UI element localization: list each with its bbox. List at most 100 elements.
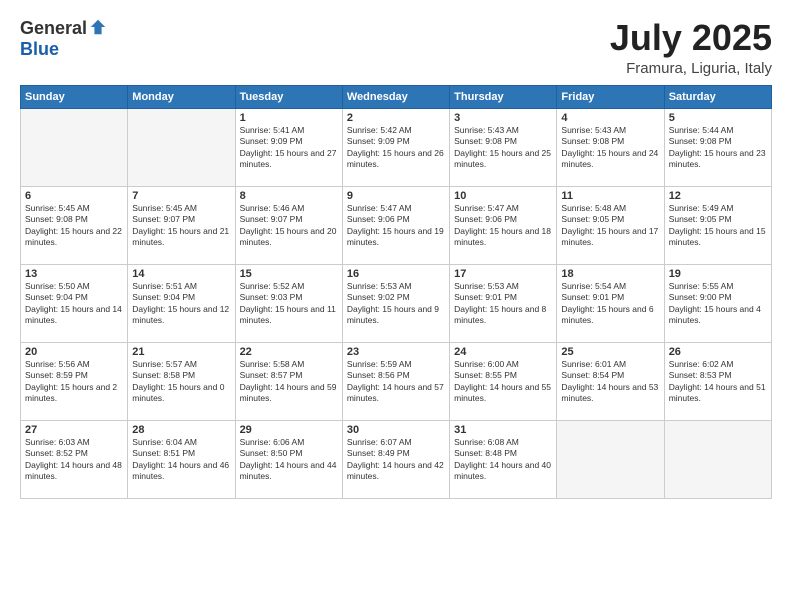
day-info: Sunrise: 5:54 AM Sunset: 9:01 PM Dayligh… — [561, 281, 659, 327]
day-info: Sunrise: 5:53 AM Sunset: 9:01 PM Dayligh… — [454, 281, 552, 327]
col-monday: Monday — [128, 85, 235, 108]
day-number: 18 — [561, 268, 659, 280]
day-number: 1 — [240, 112, 338, 124]
day-info: Sunrise: 5:53 AM Sunset: 9:02 PM Dayligh… — [347, 281, 445, 327]
day-number: 27 — [25, 424, 123, 436]
day-number: 6 — [25, 190, 123, 202]
day-number: 8 — [240, 190, 338, 202]
day-number: 28 — [132, 424, 230, 436]
day-info: Sunrise: 5:50 AM Sunset: 9:04 PM Dayligh… — [25, 281, 123, 327]
day-info: Sunrise: 5:57 AM Sunset: 8:58 PM Dayligh… — [132, 359, 230, 405]
day-number: 15 — [240, 268, 338, 280]
title-block: July 2025 Framura, Liguria, Italy — [610, 18, 772, 77]
col-wednesday: Wednesday — [342, 85, 449, 108]
calendar-cell: 21Sunrise: 5:57 AM Sunset: 8:58 PM Dayli… — [128, 342, 235, 420]
calendar-cell: 10Sunrise: 5:47 AM Sunset: 9:06 PM Dayli… — [450, 186, 557, 264]
day-number: 4 — [561, 112, 659, 124]
col-friday: Friday — [557, 85, 664, 108]
day-info: Sunrise: 5:56 AM Sunset: 8:59 PM Dayligh… — [25, 359, 123, 405]
calendar-cell — [21, 108, 128, 186]
day-info: Sunrise: 5:45 AM Sunset: 9:07 PM Dayligh… — [132, 203, 230, 249]
day-number: 11 — [561, 190, 659, 202]
day-number: 7 — [132, 190, 230, 202]
week-row-2: 13Sunrise: 5:50 AM Sunset: 9:04 PM Dayli… — [21, 264, 772, 342]
calendar-cell: 24Sunrise: 6:00 AM Sunset: 8:55 PM Dayli… — [450, 342, 557, 420]
calendar-cell: 27Sunrise: 6:03 AM Sunset: 8:52 PM Dayli… — [21, 420, 128, 498]
day-info: Sunrise: 5:41 AM Sunset: 9:09 PM Dayligh… — [240, 125, 338, 171]
logo-blue-text: Blue — [20, 39, 59, 60]
day-info: Sunrise: 5:43 AM Sunset: 9:08 PM Dayligh… — [454, 125, 552, 171]
calendar-cell: 25Sunrise: 6:01 AM Sunset: 8:54 PM Dayli… — [557, 342, 664, 420]
day-info: Sunrise: 5:46 AM Sunset: 9:07 PM Dayligh… — [240, 203, 338, 249]
header: General Blue July 2025 Framura, Liguria,… — [20, 18, 772, 77]
calendar: Sunday Monday Tuesday Wednesday Thursday… — [20, 85, 772, 499]
col-sunday: Sunday — [21, 85, 128, 108]
day-number: 25 — [561, 346, 659, 358]
calendar-cell: 22Sunrise: 5:58 AM Sunset: 8:57 PM Dayli… — [235, 342, 342, 420]
day-info: Sunrise: 5:49 AM Sunset: 9:05 PM Dayligh… — [669, 203, 767, 249]
calendar-cell: 17Sunrise: 5:53 AM Sunset: 9:01 PM Dayli… — [450, 264, 557, 342]
day-number: 17 — [454, 268, 552, 280]
calendar-cell: 4Sunrise: 5:43 AM Sunset: 9:08 PM Daylig… — [557, 108, 664, 186]
calendar-cell: 5Sunrise: 5:44 AM Sunset: 9:08 PM Daylig… — [664, 108, 771, 186]
day-info: Sunrise: 6:03 AM Sunset: 8:52 PM Dayligh… — [25, 437, 123, 483]
col-thursday: Thursday — [450, 85, 557, 108]
day-info: Sunrise: 6:06 AM Sunset: 8:50 PM Dayligh… — [240, 437, 338, 483]
calendar-cell: 3Sunrise: 5:43 AM Sunset: 9:08 PM Daylig… — [450, 108, 557, 186]
day-number: 22 — [240, 346, 338, 358]
day-info: Sunrise: 6:07 AM Sunset: 8:49 PM Dayligh… — [347, 437, 445, 483]
day-number: 13 — [25, 268, 123, 280]
week-row-3: 20Sunrise: 5:56 AM Sunset: 8:59 PM Dayli… — [21, 342, 772, 420]
logo: General Blue — [20, 18, 107, 60]
calendar-cell: 28Sunrise: 6:04 AM Sunset: 8:51 PM Dayli… — [128, 420, 235, 498]
calendar-cell: 20Sunrise: 5:56 AM Sunset: 8:59 PM Dayli… — [21, 342, 128, 420]
week-row-0: 1Sunrise: 5:41 AM Sunset: 9:09 PM Daylig… — [21, 108, 772, 186]
calendar-cell: 29Sunrise: 6:06 AM Sunset: 8:50 PM Dayli… — [235, 420, 342, 498]
page: General Blue July 2025 Framura, Liguria,… — [0, 0, 792, 612]
calendar-cell: 23Sunrise: 5:59 AM Sunset: 8:56 PM Dayli… — [342, 342, 449, 420]
day-info: Sunrise: 5:55 AM Sunset: 9:00 PM Dayligh… — [669, 281, 767, 327]
day-number: 30 — [347, 424, 445, 436]
day-number: 20 — [25, 346, 123, 358]
day-info: Sunrise: 6:04 AM Sunset: 8:51 PM Dayligh… — [132, 437, 230, 483]
logo-general-text: General — [20, 18, 87, 39]
day-number: 14 — [132, 268, 230, 280]
day-number: 21 — [132, 346, 230, 358]
calendar-cell: 14Sunrise: 5:51 AM Sunset: 9:04 PM Dayli… — [128, 264, 235, 342]
day-info: Sunrise: 5:59 AM Sunset: 8:56 PM Dayligh… — [347, 359, 445, 405]
calendar-cell: 2Sunrise: 5:42 AM Sunset: 9:09 PM Daylig… — [342, 108, 449, 186]
day-number: 19 — [669, 268, 767, 280]
day-info: Sunrise: 6:01 AM Sunset: 8:54 PM Dayligh… — [561, 359, 659, 405]
day-info: Sunrise: 5:42 AM Sunset: 9:09 PM Dayligh… — [347, 125, 445, 171]
col-saturday: Saturday — [664, 85, 771, 108]
day-info: Sunrise: 5:51 AM Sunset: 9:04 PM Dayligh… — [132, 281, 230, 327]
logo-icon — [89, 18, 107, 36]
day-number: 12 — [669, 190, 767, 202]
calendar-cell: 7Sunrise: 5:45 AM Sunset: 9:07 PM Daylig… — [128, 186, 235, 264]
calendar-cell: 1Sunrise: 5:41 AM Sunset: 9:09 PM Daylig… — [235, 108, 342, 186]
day-info: Sunrise: 5:48 AM Sunset: 9:05 PM Dayligh… — [561, 203, 659, 249]
calendar-cell: 26Sunrise: 6:02 AM Sunset: 8:53 PM Dayli… — [664, 342, 771, 420]
day-number: 23 — [347, 346, 445, 358]
calendar-cell: 6Sunrise: 5:45 AM Sunset: 9:08 PM Daylig… — [21, 186, 128, 264]
week-row-4: 27Sunrise: 6:03 AM Sunset: 8:52 PM Dayli… — [21, 420, 772, 498]
calendar-cell: 12Sunrise: 5:49 AM Sunset: 9:05 PM Dayli… — [664, 186, 771, 264]
calendar-cell: 13Sunrise: 5:50 AM Sunset: 9:04 PM Dayli… — [21, 264, 128, 342]
calendar-cell: 19Sunrise: 5:55 AM Sunset: 9:00 PM Dayli… — [664, 264, 771, 342]
calendar-cell — [128, 108, 235, 186]
calendar-cell: 9Sunrise: 5:47 AM Sunset: 9:06 PM Daylig… — [342, 186, 449, 264]
day-number: 2 — [347, 112, 445, 124]
calendar-cell: 18Sunrise: 5:54 AM Sunset: 9:01 PM Dayli… — [557, 264, 664, 342]
calendar-cell: 31Sunrise: 6:08 AM Sunset: 8:48 PM Dayli… — [450, 420, 557, 498]
calendar-cell: 30Sunrise: 6:07 AM Sunset: 8:49 PM Dayli… — [342, 420, 449, 498]
location: Framura, Liguria, Italy — [610, 60, 772, 77]
day-number: 16 — [347, 268, 445, 280]
month-title: July 2025 — [610, 18, 772, 58]
col-tuesday: Tuesday — [235, 85, 342, 108]
day-number: 3 — [454, 112, 552, 124]
day-info: Sunrise: 5:44 AM Sunset: 9:08 PM Dayligh… — [669, 125, 767, 171]
calendar-cell: 15Sunrise: 5:52 AM Sunset: 9:03 PM Dayli… — [235, 264, 342, 342]
day-info: Sunrise: 5:45 AM Sunset: 9:08 PM Dayligh… — [25, 203, 123, 249]
week-row-1: 6Sunrise: 5:45 AM Sunset: 9:08 PM Daylig… — [21, 186, 772, 264]
day-info: Sunrise: 5:43 AM Sunset: 9:08 PM Dayligh… — [561, 125, 659, 171]
